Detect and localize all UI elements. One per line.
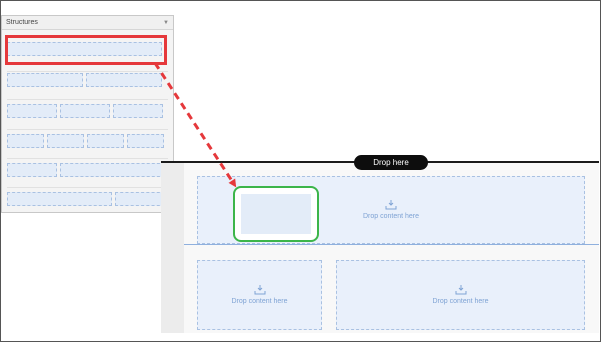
drag-arrow-icon xyxy=(153,62,237,188)
